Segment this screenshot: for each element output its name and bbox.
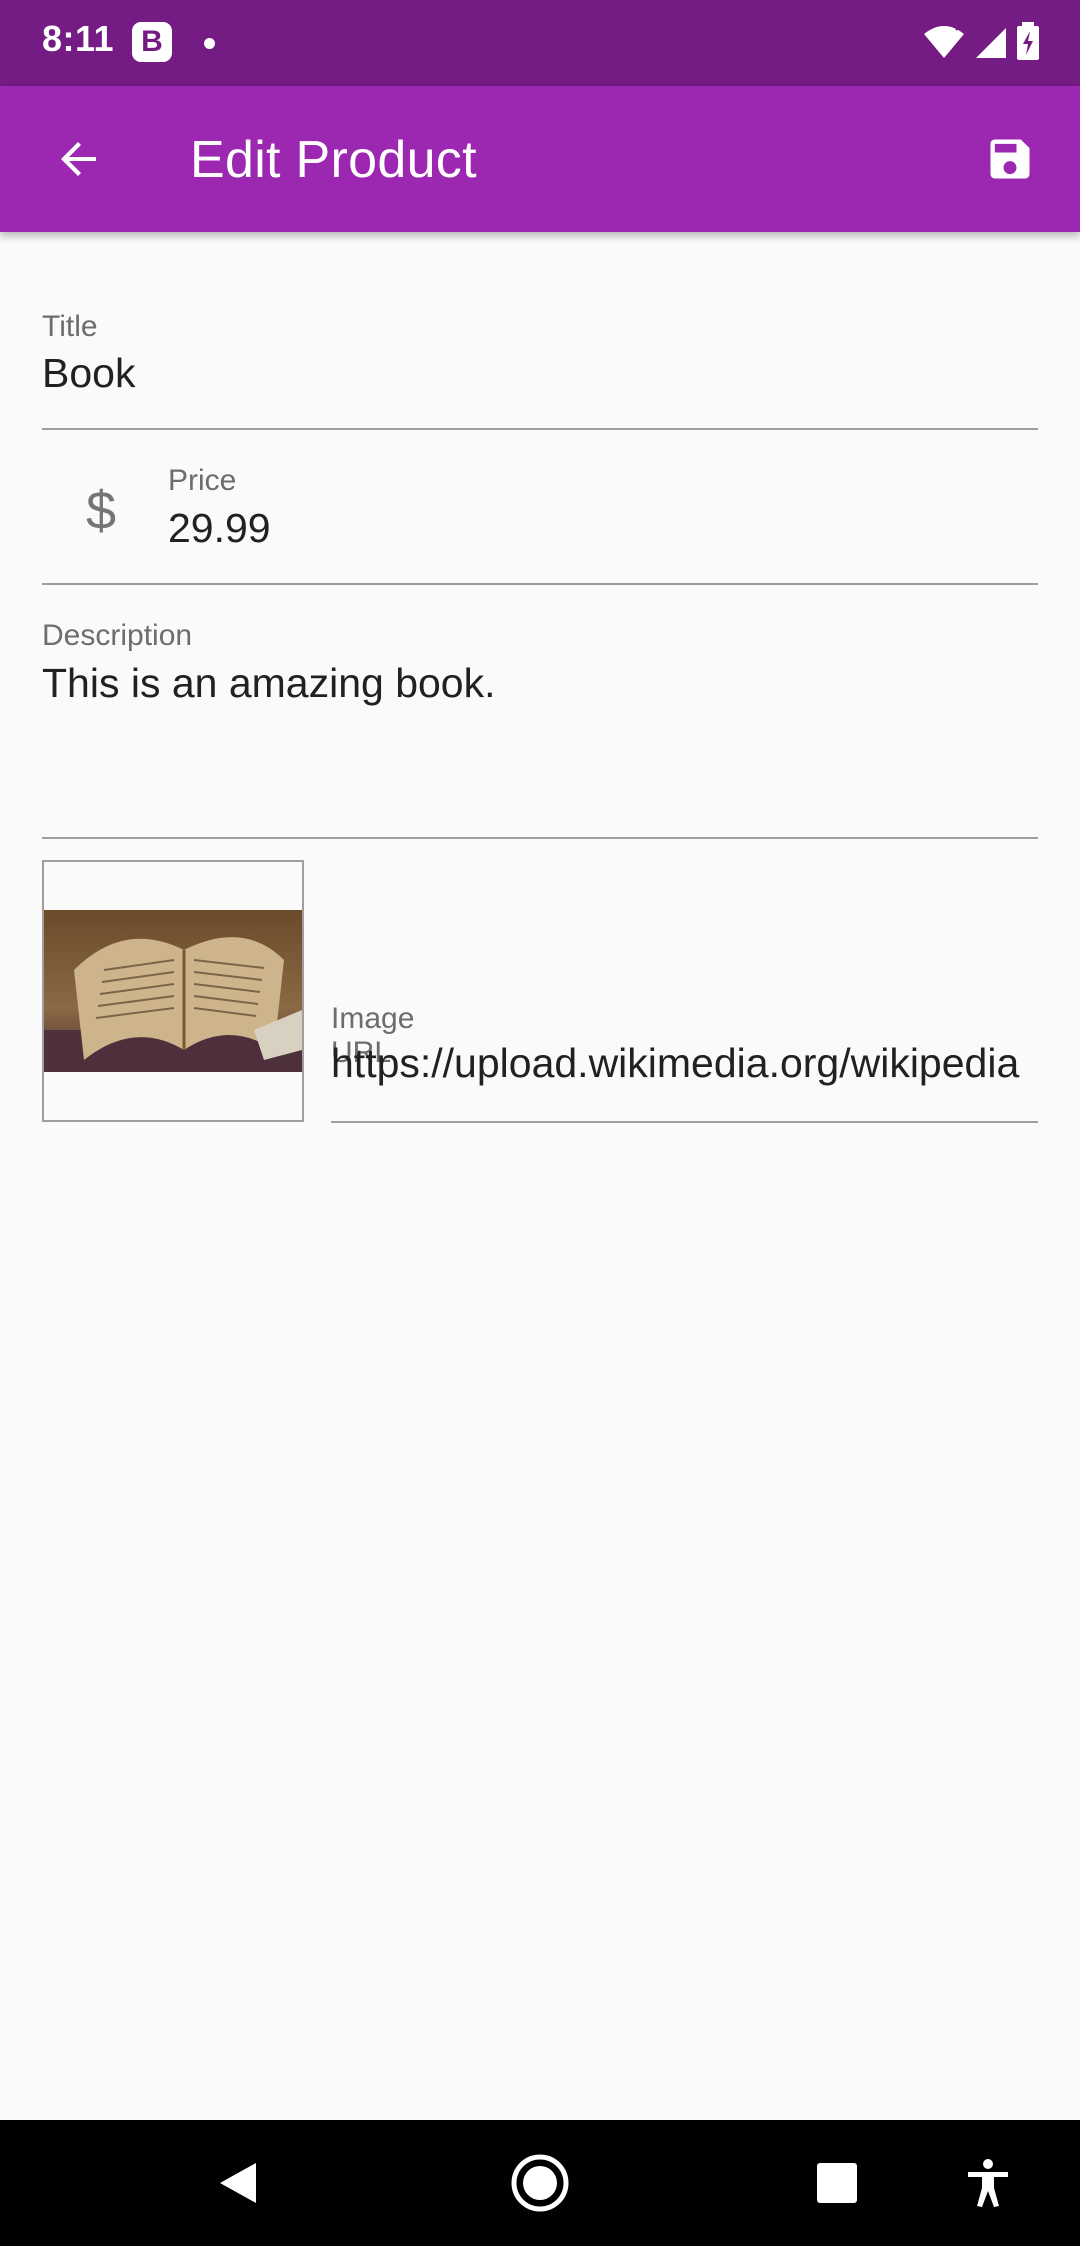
nav-home-button[interactable] [510,2153,570,2213]
image-url-input[interactable]: https://upload.wikimedia.org/wikipedia [331,1040,1039,1087]
cell-signal-icon [976,28,1006,58]
back-button[interactable] [40,119,120,199]
nav-back-button[interactable] [208,2153,268,2213]
status-icons [922,22,1040,62]
accessibility-icon [968,2159,1008,2207]
description-input[interactable]: This is an amazing book. [42,660,496,707]
title-input[interactable]: Book [42,350,135,397]
recents-square-icon [817,2163,857,2203]
page-title: Edit Product [190,131,477,189]
book-image [44,910,302,1072]
status-bar: 8:11 B [0,0,1080,86]
description-label: Description [42,619,193,652]
nav-recents-button[interactable] [807,2153,867,2213]
notification-dot-icon [204,38,215,49]
price-input[interactable]: 29.99 [168,505,271,552]
description-underline [42,837,1038,839]
save-button[interactable] [970,119,1050,199]
back-triangle-icon [220,2163,256,2203]
dollar-icon: $ [86,481,117,541]
app-bar: Edit Product [0,86,1080,232]
save-icon [990,139,1030,179]
image-preview [42,860,304,1122]
wifi-icon [924,23,964,58]
system-nav-bar [0,2120,1080,2246]
arrow-back-icon [61,142,96,176]
battery-charging-icon [1017,22,1039,60]
title-label: Title [42,310,98,343]
price-label: Price [168,464,237,497]
title-underline [42,428,1038,430]
status-time: 8:11 [42,18,115,59]
home-circle-icon [511,2154,569,2212]
nav-accessibility-button[interactable] [958,2153,1018,2213]
notification-badge-icon: B [132,22,172,62]
image-url-underline [331,1121,1038,1123]
price-underline [42,583,1038,585]
